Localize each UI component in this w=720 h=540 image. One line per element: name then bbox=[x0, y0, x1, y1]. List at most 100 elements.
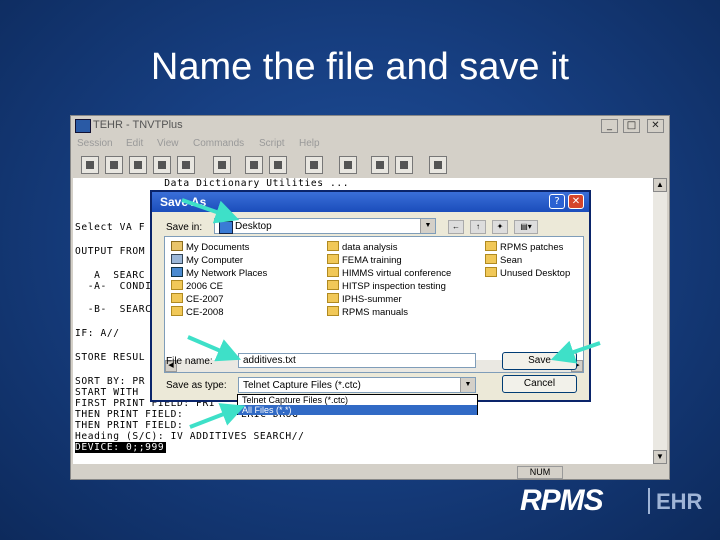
paste-icon[interactable] bbox=[269, 156, 287, 174]
type-option-all-files[interactable]: All Files (*.*) bbox=[238, 405, 477, 415]
list-item[interactable]: CE-2008 bbox=[171, 306, 224, 318]
file-name: data analysis bbox=[342, 242, 398, 253]
list-item[interactable]: 2006 CE bbox=[171, 280, 223, 292]
save-in-select[interactable]: Desktop ▼ bbox=[214, 218, 436, 234]
list-item[interactable]: IPHS-summer bbox=[327, 293, 402, 305]
slide-title: Name the file and save it bbox=[150, 46, 570, 88]
save-as-type-value: Telnet Capture Files (*.ctc) bbox=[243, 380, 361, 391]
list-item[interactable]: My Network Places bbox=[171, 267, 267, 279]
save-icon[interactable] bbox=[129, 156, 147, 174]
menu-help[interactable]: Help bbox=[299, 138, 320, 149]
folder-icon bbox=[485, 267, 497, 277]
list-item[interactable]: My Computer bbox=[171, 254, 243, 266]
terminal-line: Select VA F bbox=[75, 222, 146, 233]
rpms-ehr-logo: RPMS EHR bbox=[520, 484, 710, 518]
toolbar bbox=[73, 154, 667, 176]
open-icon[interactable] bbox=[105, 156, 123, 174]
new-folder-icon[interactable]: ✦ bbox=[492, 220, 508, 234]
dialog-close-button[interactable]: ✕ bbox=[568, 194, 584, 209]
menu-edit[interactable]: Edit bbox=[126, 138, 143, 149]
documents-icon bbox=[171, 241, 183, 251]
folder-icon bbox=[327, 267, 339, 277]
network-icon bbox=[171, 267, 183, 277]
desktop-icon bbox=[219, 221, 233, 234]
help-button[interactable]: ? bbox=[549, 194, 565, 209]
file-name: CE-2007 bbox=[186, 294, 224, 305]
folder-icon bbox=[327, 254, 339, 264]
chevron-down-icon[interactable]: ▼ bbox=[420, 219, 435, 233]
menu-session[interactable]: Session bbox=[77, 138, 113, 149]
capture-icon[interactable] bbox=[213, 156, 231, 174]
folder-icon bbox=[327, 280, 339, 290]
file-name-input[interactable]: additives.txt bbox=[238, 353, 476, 368]
list-item[interactable]: HIMMS virtual conference bbox=[327, 267, 451, 279]
save-as-type-select[interactable]: Telnet Capture Files (*.ctc) ▼ bbox=[238, 377, 476, 393]
views-menu-icon[interactable]: ▤▾ bbox=[514, 220, 538, 234]
file-name: 2006 CE bbox=[186, 281, 223, 292]
device-prompt: DEVICE: 0;;999 bbox=[75, 442, 167, 453]
save-button[interactable]: Save bbox=[502, 352, 577, 370]
close-button[interactable]: ✕ bbox=[647, 119, 664, 133]
list-item[interactable]: data analysis bbox=[327, 241, 397, 253]
terminal-line: STORE RESUL bbox=[75, 352, 146, 363]
folder-icon bbox=[327, 241, 339, 251]
help-icon[interactable] bbox=[429, 156, 447, 174]
file-name: My Computer bbox=[186, 255, 244, 266]
file-name: HIMMS virtual conference bbox=[342, 268, 452, 279]
print-icon[interactable] bbox=[177, 156, 195, 174]
maximize-button[interactable]: □ bbox=[623, 119, 640, 133]
terminal-line: OUTPUT FROM bbox=[75, 246, 146, 257]
list-item[interactable]: FEMA training bbox=[327, 254, 402, 266]
scroll-up-icon[interactable]: ▲ bbox=[653, 178, 667, 192]
folder-icon bbox=[327, 293, 339, 303]
screen-icon[interactable] bbox=[305, 156, 323, 174]
terminal-line: SORT BY: PR bbox=[75, 376, 146, 387]
terminal-line: START WITH bbox=[75, 387, 139, 398]
list-item[interactable]: Sean bbox=[485, 254, 522, 266]
cancel-button[interactable]: Cancel bbox=[502, 375, 577, 393]
terminal-line: A SEARC bbox=[75, 270, 146, 281]
menu-script[interactable]: Script bbox=[259, 138, 285, 149]
list-item[interactable]: HITSP inspection testing bbox=[327, 280, 446, 292]
copy-icon[interactable] bbox=[245, 156, 263, 174]
save-in-label: Save in: bbox=[166, 222, 203, 233]
window-title: TEHR - TNVTPlus bbox=[93, 119, 183, 131]
list-item[interactable]: RPMS manuals bbox=[327, 306, 408, 318]
folder-icon bbox=[171, 280, 183, 290]
minimize-button[interactable]: _ bbox=[601, 119, 618, 133]
menu-commands[interactable]: Commands bbox=[193, 138, 244, 149]
folder-icon bbox=[171, 306, 183, 316]
up-folder-icon[interactable]: ↑ bbox=[470, 220, 486, 234]
file-name-label: File name: bbox=[166, 356, 213, 367]
computer-icon bbox=[171, 254, 183, 264]
properties-icon[interactable] bbox=[153, 156, 171, 174]
terminal-line: Heading (S/C): IV ADDITIVES SEARCH// bbox=[75, 431, 305, 442]
back-icon[interactable]: ← bbox=[448, 220, 464, 234]
disconnect-icon[interactable] bbox=[395, 156, 413, 174]
file-name: RPMS manuals bbox=[342, 307, 408, 318]
keyboard-icon[interactable] bbox=[339, 156, 357, 174]
file-name: RPMS patches bbox=[500, 242, 564, 253]
save-in-value: Desktop bbox=[235, 221, 272, 232]
list-item[interactable]: My Documents bbox=[171, 241, 249, 253]
folder-icon bbox=[171, 293, 183, 303]
menu-view[interactable]: View bbox=[157, 138, 179, 149]
terminal-line: IF: A// bbox=[75, 328, 120, 339]
num-lock-indicator: NUM bbox=[517, 466, 563, 479]
folder-icon bbox=[485, 254, 497, 264]
file-name: Unused Desktop bbox=[500, 268, 571, 279]
list-item[interactable]: RPMS patches bbox=[485, 241, 563, 253]
list-item[interactable]: Unused Desktop bbox=[485, 267, 570, 279]
type-option-ctc[interactable]: Telnet Capture Files (*.ctc) bbox=[238, 395, 477, 405]
file-type-dropdown[interactable]: Telnet Capture Files (*.ctc) All Files (… bbox=[237, 394, 478, 415]
chevron-down-icon[interactable]: ▼ bbox=[460, 378, 475, 392]
vertical-scrollbar[interactable]: ▲ ▼ bbox=[653, 178, 667, 464]
new-icon[interactable] bbox=[81, 156, 99, 174]
list-item[interactable]: CE-2007 bbox=[171, 293, 224, 305]
save-as-type-label: Save as type: bbox=[166, 380, 227, 391]
connect-icon[interactable] bbox=[371, 156, 389, 174]
file-name: Sean bbox=[500, 255, 523, 266]
scroll-down-icon[interactable]: ▼ bbox=[653, 450, 667, 464]
file-name: IPHS-summer bbox=[342, 294, 402, 305]
logo-divider bbox=[648, 488, 650, 514]
